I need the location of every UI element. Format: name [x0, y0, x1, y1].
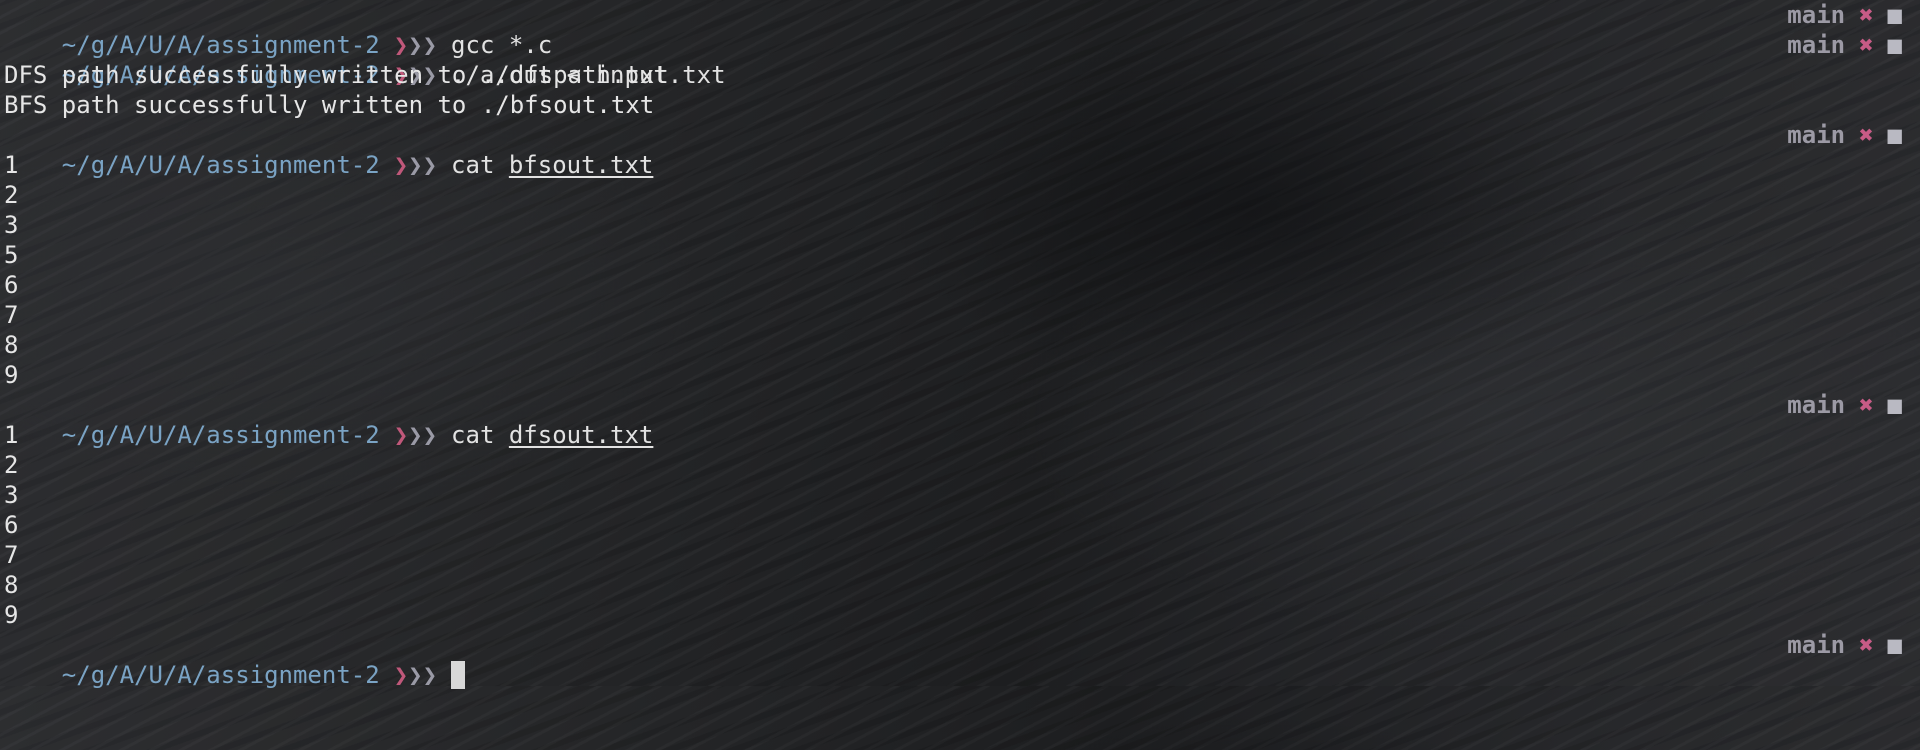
status-square-icon: ■	[1887, 121, 1902, 149]
bfs-output-line: 6	[4, 271, 19, 299]
status-square-icon: ■	[1887, 1, 1902, 29]
git-branch: main	[1787, 1, 1846, 29]
git-branch: main	[1787, 121, 1846, 149]
prompt-line: ~/g/A/U/A/assignment-2 ❯❯❯ cat bfsout.txt …	[4, 120, 1916, 179]
dirty-icon: ✖	[1859, 391, 1874, 419]
git-status: main ✖ ■	[1787, 120, 1902, 150]
dfs-output-line: 9	[4, 601, 19, 629]
git-status: main ✖ ■	[1787, 390, 1902, 420]
status-square-icon: ■	[1887, 31, 1902, 59]
dfs-output-line: 7	[4, 541, 19, 569]
dirty-icon: ✖	[1859, 121, 1874, 149]
git-branch: main	[1787, 391, 1846, 419]
prompt-chevrons: ❯❯❯	[393, 661, 438, 689]
prompt-line: ~/g/A/U/A/assignment-2 ❯❯❯ ./a.out < input…	[4, 30, 1916, 89]
active-prompt-line[interactable]: ~/g/A/U/A/assignment-2 ❯❯❯ main ✖ ■	[4, 630, 1916, 689]
git-status: main ✖ ■	[1787, 630, 1902, 660]
dirty-icon: ✖	[1859, 31, 1874, 59]
bfs-output-line: 1	[4, 151, 19, 179]
dfs-output-line: 1	[4, 421, 19, 449]
dirty-icon: ✖	[1859, 631, 1874, 659]
output-line: DFS path successfully written to ./dfspa…	[4, 61, 669, 89]
dfs-output-line: 8	[4, 571, 19, 599]
bfs-output-line: 2	[4, 181, 19, 209]
output-line: BFS path successfully written to ./bfsou…	[4, 91, 655, 119]
git-status: main ✖ ■	[1787, 30, 1902, 60]
git-branch: main	[1787, 631, 1846, 659]
prompt-directory: ~/g/A/U/A/assignment-2	[61, 661, 380, 689]
dfs-output-line: 2	[4, 451, 19, 479]
text-cursor[interactable]	[451, 661, 466, 689]
dfs-output-line: 3	[4, 481, 19, 509]
status-square-icon: ■	[1887, 631, 1902, 659]
bfs-output-line: 3	[4, 211, 19, 239]
bfs-output-line: 8	[4, 331, 19, 359]
terminal-window[interactable]: ~/g/A/U/A/assignment-2 ❯❯❯ gcc *.c main ✖ ■ …	[4, 0, 1916, 689]
prompt-line: ~/g/A/U/A/assignment-2 ❯❯❯ gcc *.c main ✖ ■	[4, 0, 1916, 59]
bfs-output-line: 5	[4, 241, 19, 269]
prompt-line: ~/g/A/U/A/assignment-2 ❯❯❯ cat dfsout.txt …	[4, 390, 1916, 449]
dfs-output-line: 6	[4, 511, 19, 539]
bfs-output-line: 9	[4, 361, 19, 389]
git-branch: main	[1787, 31, 1846, 59]
git-status: main ✖ ■	[1787, 0, 1902, 30]
bfs-output-line: 7	[4, 301, 19, 329]
status-square-icon: ■	[1887, 391, 1902, 419]
dirty-icon: ✖	[1859, 1, 1874, 29]
